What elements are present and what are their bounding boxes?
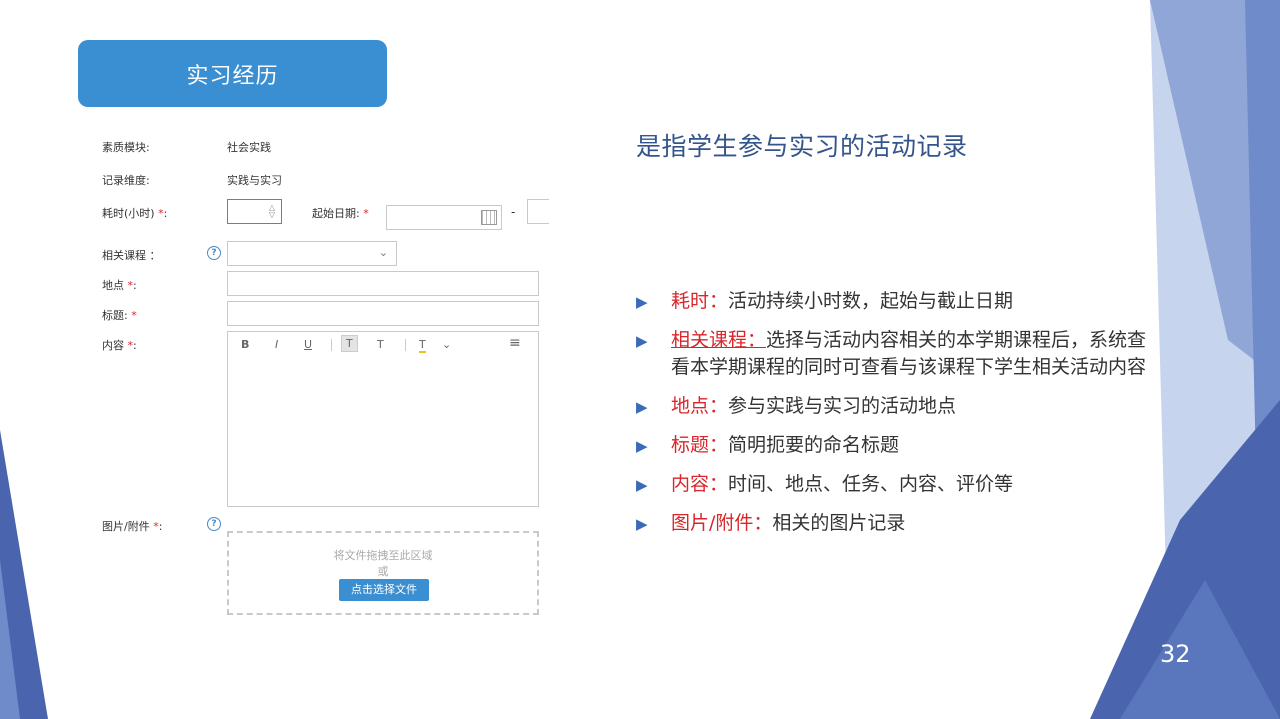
font-size-button[interactable]: T (341, 335, 358, 352)
hours-label: 耗时(小时) *: (102, 207, 168, 220)
course-select[interactable]: ⌄ (227, 241, 397, 266)
bullet-arrow-icon: ▶ (636, 437, 648, 455)
list-item: ▶ 地点：参与实践与实习的活动地点 (636, 393, 1156, 420)
align-icon[interactable]: ≡ (509, 335, 521, 351)
dimension-label: 记录维度: (102, 174, 150, 187)
text-style-button[interactable]: T (377, 338, 384, 351)
slide-heading: 是指学生参与实习的活动记录 (636, 132, 968, 161)
bold-button[interactable]: B (241, 338, 249, 351)
underline-button[interactable]: U (304, 338, 312, 351)
list-item: ▶ 相关课程：选择与活动内容相关的本学期课程后，系统查看本学期课程的同时可查看与该… (636, 329, 1147, 378)
module-value: 社会实践 (227, 141, 271, 154)
page-number: 32 (1160, 640, 1191, 668)
attachment-label: 图片/附件 *: (102, 520, 163, 533)
bullet-arrow-icon: ▶ (636, 515, 648, 533)
bullet-arrow-icon: ▶ (636, 398, 648, 416)
bullet-arrow-icon: ▶ (636, 293, 648, 311)
hours-input[interactable]: △ ▽ (227, 199, 282, 224)
upload-hint: 将文件拖拽至此区域 (333, 549, 433, 562)
content-label: 内容 *: (102, 339, 137, 352)
list-item: ▶ 图片/附件：相关的图片记录 (636, 510, 1156, 537)
location-input[interactable] (227, 271, 539, 296)
content-editor[interactable]: B I U T T T ⌄ ≡ (227, 331, 539, 507)
chevron-down-icon: ⌄ (378, 246, 388, 259)
bullet-arrow-icon: ▶ (636, 332, 648, 350)
help-icon[interactable]: ? (207, 246, 221, 260)
start-date-label: 起始日期: * (312, 207, 369, 220)
bullet-arrow-icon: ▶ (636, 476, 648, 494)
end-date-input[interactable] (527, 199, 549, 224)
upload-dropzone[interactable]: 将文件拖拽至此区域 或 点击选择文件 (227, 531, 539, 615)
course-label: 相关课程 ： (102, 249, 161, 262)
section-header: 实习经历 (78, 40, 387, 107)
list-item: ▶ 耗时：活动持续小时数，起始与截止日期 (636, 288, 1156, 315)
toolbar-divider (331, 339, 332, 351)
section-title: 实习经历 (186, 63, 279, 89)
chevron-down-icon[interactable]: ⌄ (442, 338, 451, 351)
toolbar-divider (405, 339, 406, 351)
choose-file-button[interactable]: 点击选择文件 (339, 579, 429, 601)
dimension-value: 实践与实习 (227, 174, 282, 187)
upload-or: 或 (377, 565, 389, 578)
font-color-button[interactable]: T (419, 338, 426, 353)
module-label: 素质模块: (102, 141, 150, 154)
title-input[interactable] (227, 301, 539, 326)
calendar-icon[interactable] (481, 210, 497, 225)
bullet-list: ▶ 耗时：活动持续小时数，起始与截止日期 ▶ 相关课程：选择与活动内容相关的本学期课… (636, 288, 1156, 549)
start-date-input[interactable] (386, 205, 502, 230)
location-label: 地点 *: (102, 279, 137, 292)
title-label: 标题: * (102, 309, 137, 322)
italic-button[interactable]: I (275, 338, 278, 351)
stepper-icon[interactable]: △ ▽ (269, 204, 275, 219)
help-icon[interactable]: ? (207, 517, 221, 531)
date-separator: - (511, 205, 516, 219)
list-item: ▶ 标题：简明扼要的命名标题 (636, 432, 1156, 459)
list-item: ▶ 内容：时间、地点、任务、内容、评价等 (636, 471, 1156, 498)
